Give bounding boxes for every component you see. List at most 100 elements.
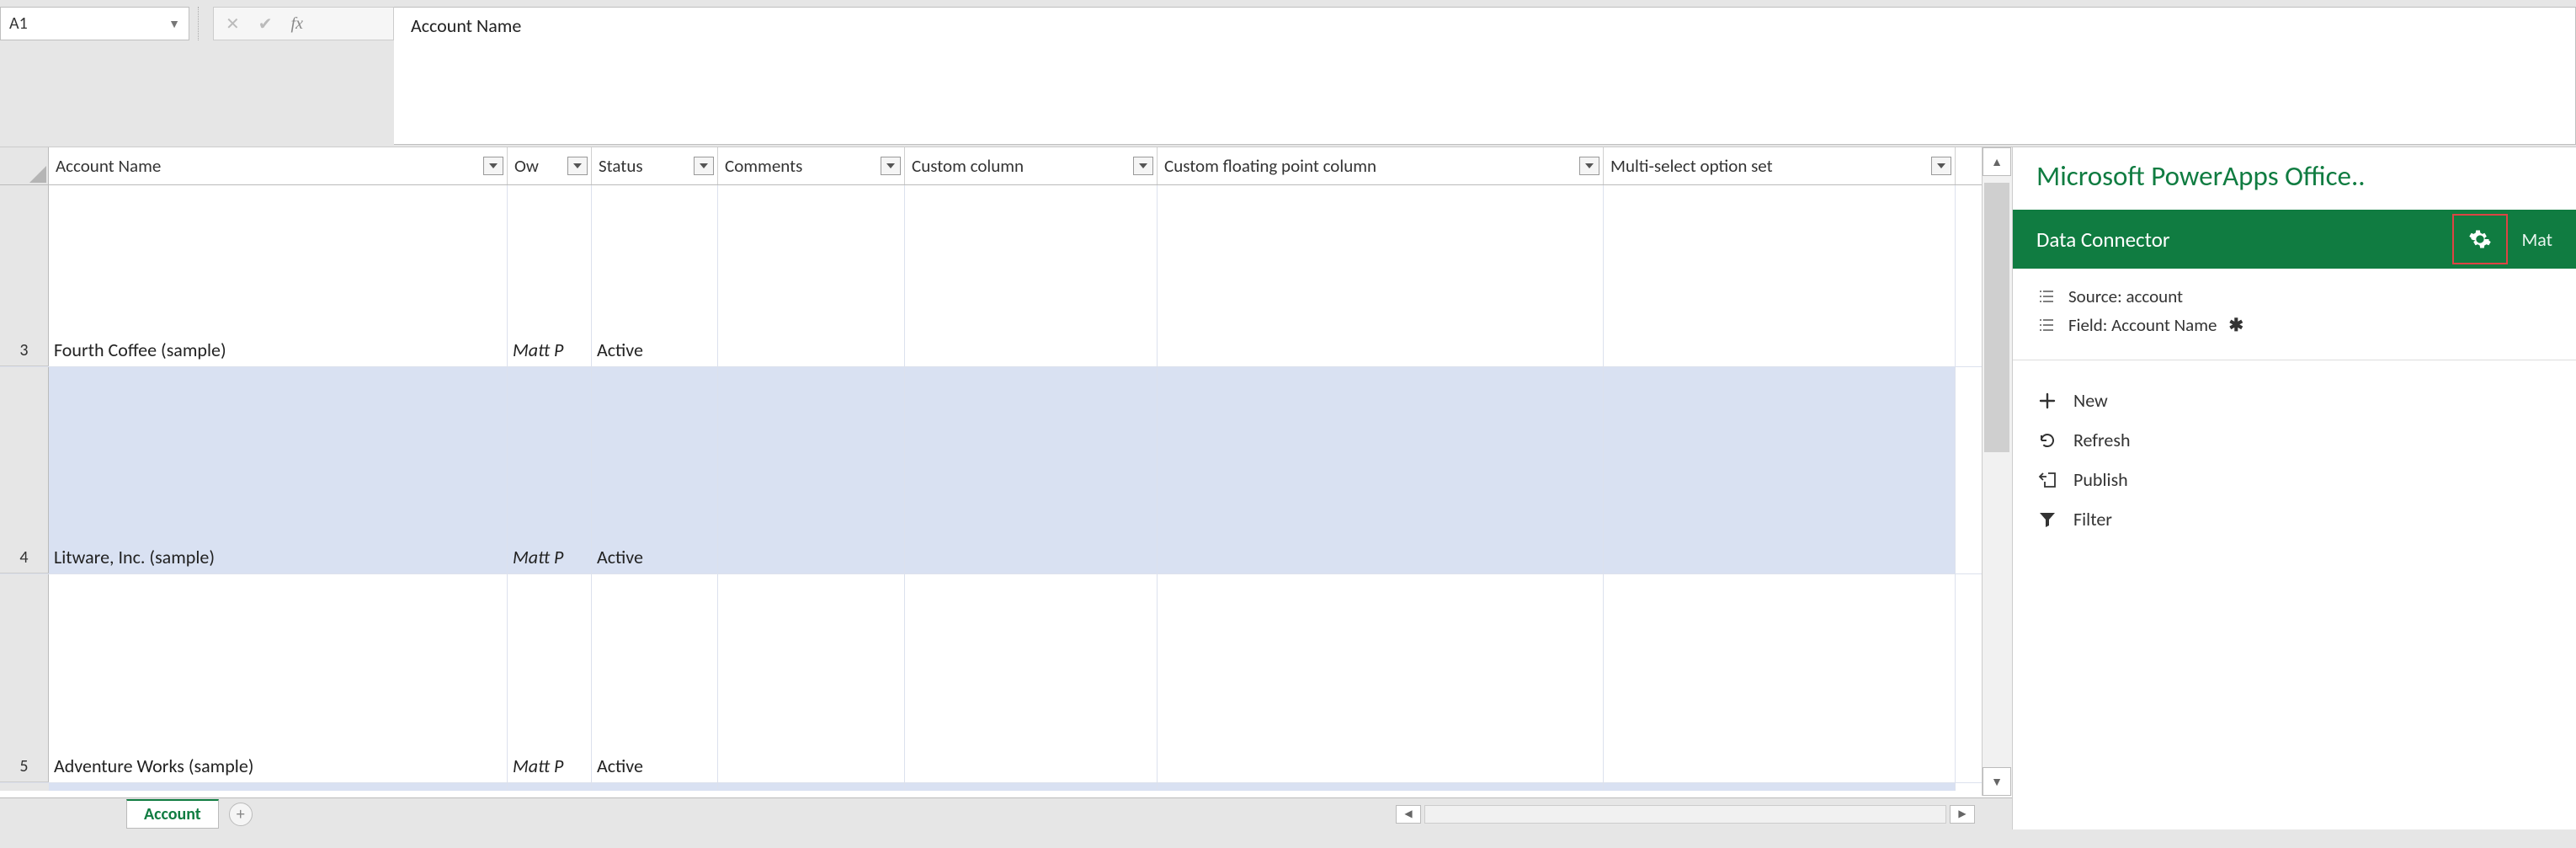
column-header-label: Comments — [725, 155, 802, 177]
cell[interactable] — [718, 574, 905, 782]
filter-action[interactable]: Filter — [2036, 499, 2552, 539]
list-icon — [2036, 318, 2057, 332]
table-row[interactable]: 4Litware, Inc. (sample)Matt PActive — [0, 367, 2012, 574]
filter-dropdown-button[interactable] — [1579, 157, 1599, 175]
accept-icon[interactable]: ✔ — [258, 13, 273, 35]
scroll-left-button[interactable]: ◀ — [1396, 805, 1421, 824]
name-box-value: A1 — [9, 13, 28, 34]
scroll-right-button[interactable]: ▶ — [1950, 805, 1975, 824]
required-indicator: ✱ — [2228, 314, 2243, 336]
column-header-label: Ow — [514, 155, 539, 177]
filter-dropdown-button[interactable] — [1931, 157, 1951, 175]
vertical-scrollbar[interactable]: ▲ ▼ — [1982, 147, 2012, 796]
sheet-tab-label: Account — [144, 804, 201, 824]
cell[interactable] — [1604, 185, 1956, 366]
cell[interactable] — [905, 574, 1158, 782]
name-box[interactable]: A1 ▼ — [0, 7, 189, 40]
info-label: Source: account — [2068, 285, 2183, 307]
cell[interactable]: Matt P — [508, 367, 592, 573]
column-header[interactable]: Comments — [718, 147, 905, 184]
formula-bar-value: Account Name — [411, 14, 521, 37]
cell[interactable] — [718, 185, 905, 366]
pane-header: Data Connector Mat — [2013, 210, 2576, 269]
cell[interactable]: Litware, Inc. (sample) — [49, 367, 508, 573]
cell[interactable] — [905, 367, 1158, 573]
scroll-down-button[interactable]: ▼ — [1983, 767, 2011, 796]
formula-controls: ✕ ✔ fx — [213, 7, 394, 40]
scroll-thumb[interactable] — [1984, 183, 2009, 452]
column-header-row: Account Name Ow Status Comments Custom colum… — [0, 147, 2012, 185]
table-row[interactable]: 3Fourth Coffee (sample)Matt PActive — [0, 185, 2012, 367]
column-header[interactable]: Custom column — [905, 147, 1158, 184]
scroll-up-button[interactable]: ▲ — [1983, 147, 2011, 176]
grid-rows: 3Fourth Coffee (sample)Matt PActive4Litw… — [0, 185, 2012, 783]
action-label: Filter — [2073, 508, 2112, 531]
column-header[interactable]: Account Name — [49, 147, 508, 184]
refresh-icon — [2036, 431, 2058, 450]
cell[interactable] — [1604, 367, 1956, 573]
task-pane: Microsoft PowerApps Office.. Data Connec… — [2012, 147, 2576, 829]
pane-title: Microsoft PowerApps Office.. — [2013, 147, 2576, 210]
pane-info-section: Source: account Field: Account Name ✱ — [2013, 269, 2576, 360]
cell[interactable] — [1158, 574, 1604, 782]
cell[interactable] — [905, 185, 1158, 366]
row-header[interactable]: 3 — [0, 185, 49, 366]
row-header[interactable]: 4 — [0, 367, 49, 573]
filter-dropdown-button[interactable] — [483, 157, 503, 175]
column-header-label: Custom floating point column — [1164, 155, 1376, 177]
fx-icon[interactable]: fx — [291, 14, 303, 34]
cancel-icon[interactable]: ✕ — [226, 13, 240, 35]
publish-icon — [2036, 471, 2058, 489]
cell[interactable]: Active — [592, 574, 718, 782]
chevron-down-icon[interactable]: ▼ — [168, 17, 180, 31]
pane-actions: New Refresh Publish Filter — [2013, 360, 2576, 559]
table-row[interactable]: 5Adventure Works (sample)Matt PActive — [0, 574, 2012, 783]
cell[interactable]: Active — [592, 185, 718, 366]
action-label: Publish — [2073, 468, 2128, 491]
column-header-label: Status — [599, 155, 643, 177]
cell[interactable]: Active — [592, 367, 718, 573]
info-row: Field: Account Name ✱ — [2036, 314, 2552, 336]
column-header-label: Account Name — [56, 155, 161, 177]
refresh-action[interactable]: Refresh — [2036, 420, 2552, 460]
column-header[interactable]: Status — [592, 147, 718, 184]
row-header[interactable]: 5 — [0, 574, 49, 782]
column-header-label: Custom column — [912, 155, 1024, 177]
filter-dropdown-button[interactable] — [881, 157, 901, 175]
cell[interactable]: Adventure Works (sample) — [49, 574, 508, 782]
cell[interactable]: Fourth Coffee (sample) — [49, 185, 508, 366]
sheet-tab[interactable]: Account — [126, 799, 219, 829]
cell[interactable] — [1604, 574, 1956, 782]
formula-bar-area: A1 ▼ ✕ ✔ fx Account Name — [0, 0, 2576, 147]
list-icon — [2036, 290, 2057, 303]
publish-action[interactable]: Publish — [2036, 460, 2552, 499]
formula-bar-input[interactable]: Account Name — [394, 7, 2576, 145]
new-action[interactable]: New — [2036, 381, 2552, 420]
select-all-corner[interactable] — [0, 147, 49, 184]
cell[interactable] — [718, 367, 905, 573]
spreadsheet-grid[interactable]: Account Name Ow Status Comments Custom colum… — [0, 147, 2012, 829]
filter-dropdown-button[interactable] — [694, 157, 714, 175]
cell[interactable] — [1158, 185, 1604, 366]
hscroll-track[interactable] — [1424, 805, 1946, 824]
settings-button[interactable] — [2452, 214, 2508, 264]
filter-dropdown-button[interactable] — [1133, 157, 1153, 175]
filter-dropdown-button[interactable] — [567, 157, 588, 175]
add-sheet-button[interactable]: + — [229, 803, 253, 826]
horizontal-scrollbar[interactable]: ◀ ▶ — [1396, 805, 2012, 824]
cell[interactable] — [1158, 367, 1604, 573]
column-header[interactable]: Multi-select option set — [1604, 147, 1956, 184]
cell[interactable]: Matt P — [508, 185, 592, 366]
cell[interactable]: Matt P — [508, 574, 592, 782]
sheet-tab-strip: Account + ◀ ▶ — [0, 797, 2012, 829]
pane-user: Mat — [2521, 228, 2552, 251]
action-label: New — [2073, 389, 2108, 412]
column-header[interactable]: Ow — [508, 147, 592, 184]
column-header[interactable]: Custom floating point column — [1158, 147, 1604, 184]
new-icon — [2036, 392, 2058, 410]
separator — [198, 7, 210, 40]
filter-icon — [2036, 511, 2058, 528]
action-label: Refresh — [2073, 429, 2131, 451]
info-row: Source: account — [2036, 285, 2552, 307]
gear-icon — [2468, 227, 2492, 251]
